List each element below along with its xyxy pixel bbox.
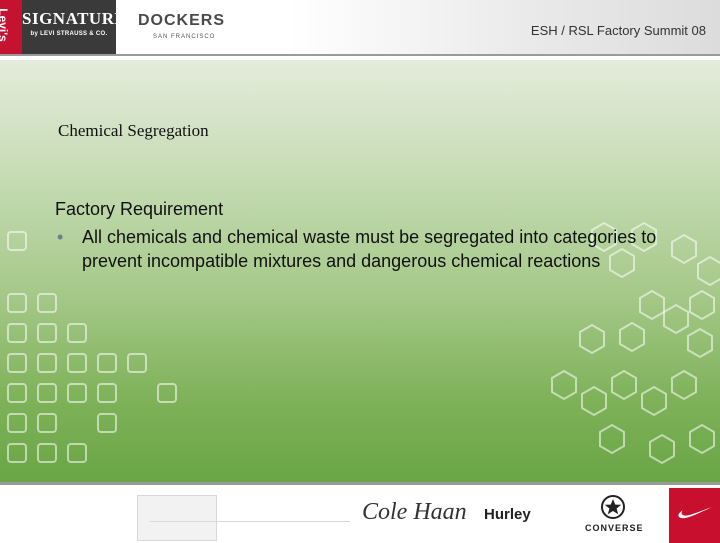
footer-brand-bar: Cole Haan Hurley CONVERSE	[0, 482, 720, 543]
slide-heading: Chemical Segregation	[58, 121, 209, 140]
footer-placeholder-box	[137, 495, 217, 541]
footer-divider	[150, 521, 350, 522]
slide-panel: Chemical Segregation Factory Requirement…	[0, 60, 720, 482]
nike-swoosh-icon	[678, 507, 712, 519]
dockers-logo-sub: SAN FRANCISCO	[153, 34, 216, 40]
hurley-logo: Hurley	[484, 506, 531, 523]
converse-star-icon	[601, 495, 625, 519]
factory-requirement-subhead: Factory Requirement	[55, 199, 224, 219]
bullet-text: All chemicals and chemical waste must be…	[82, 227, 657, 271]
signature-logo: SIGNATURE by LEVI STRAUSS & CO.	[22, 0, 127, 54]
signature-logo-word: SIGNATURE	[22, 9, 127, 28]
converse-logo: CONVERSE	[585, 523, 644, 533]
header-divider	[0, 54, 720, 56]
signature-logo-sub: by LEVI STRAUSS & CO.	[30, 31, 108, 37]
levis-logo-text: Levi's	[0, 8, 10, 42]
bullet-marker: •	[57, 227, 64, 247]
nike-logo	[669, 488, 720, 543]
header-bar: Levi's SIGNATURE by LEVI STRAUSS & CO. D…	[0, 0, 720, 55]
dockers-logo: DOCKERS	[138, 12, 226, 29]
cole-haan-logo: Cole Haan	[362, 499, 467, 525]
levis-logo: Levi's	[0, 0, 22, 54]
header-title: ESH / RSL Factory Summit 08	[530, 23, 706, 38]
